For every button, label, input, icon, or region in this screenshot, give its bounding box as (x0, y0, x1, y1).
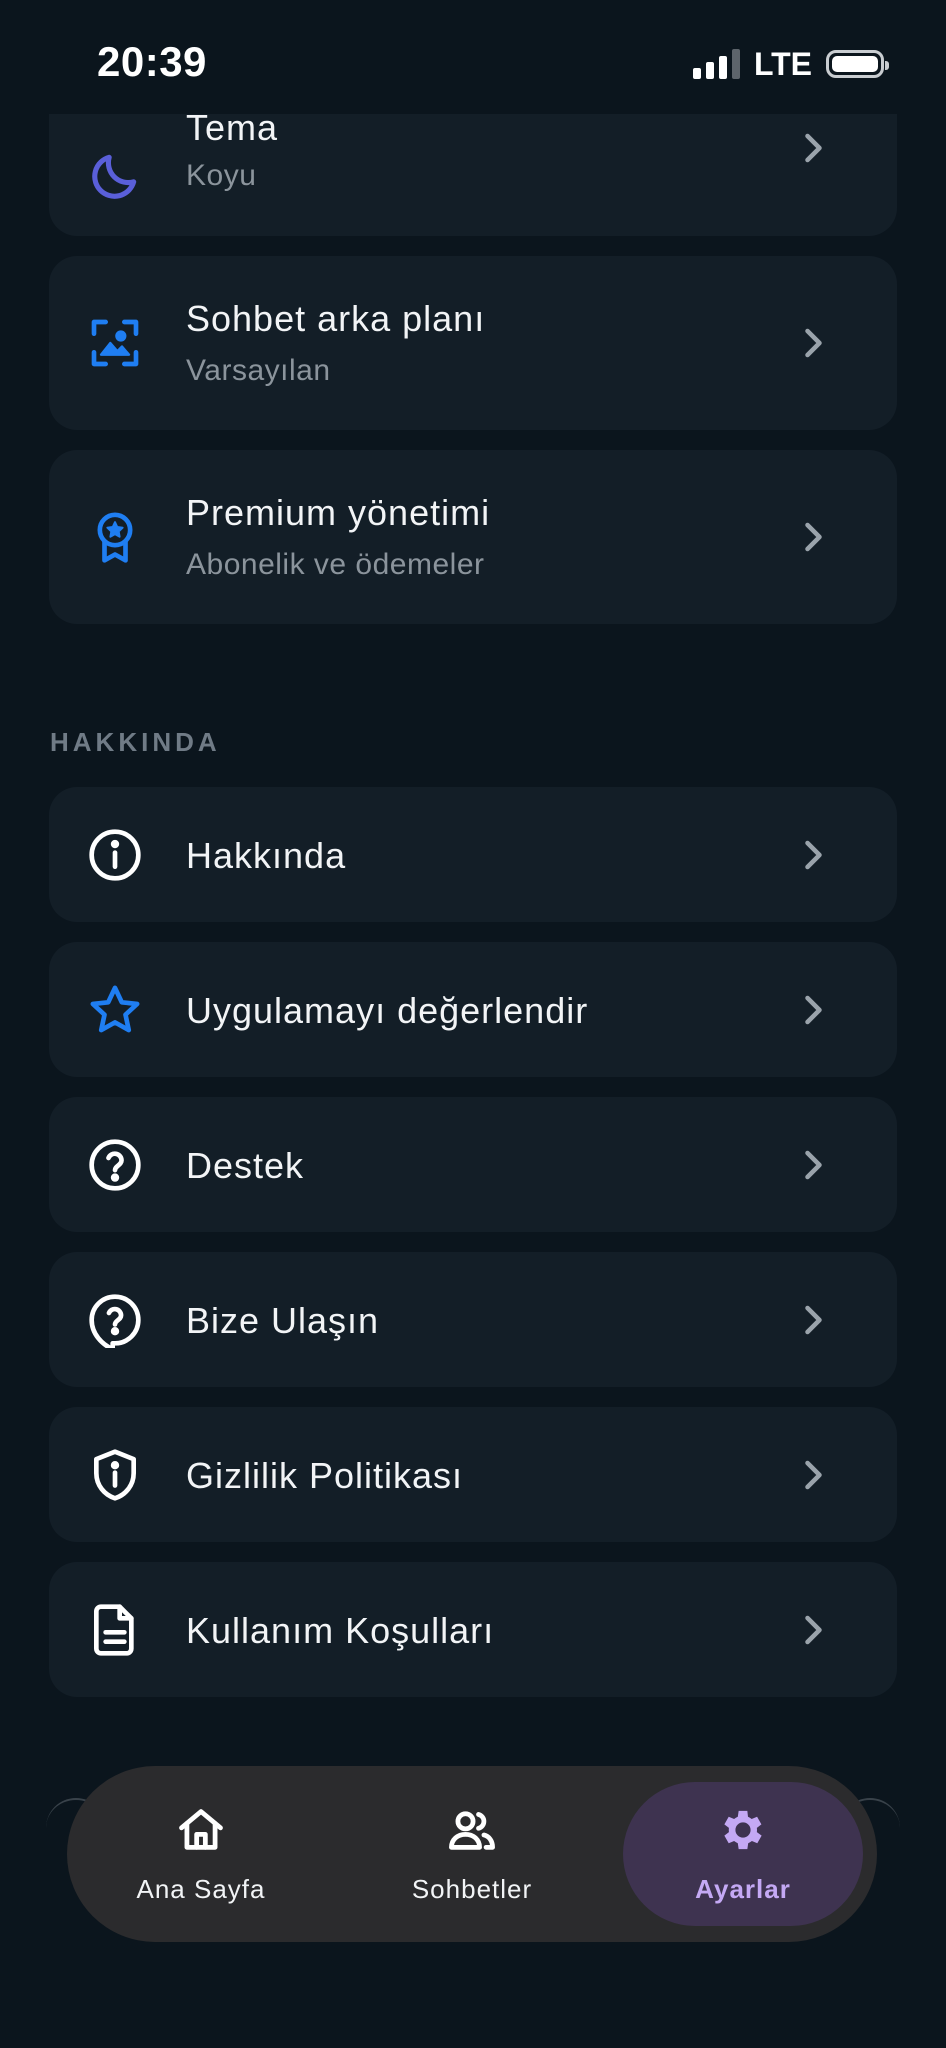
help-circle-icon (87, 1137, 143, 1193)
section-header-about: HAKKINDA (50, 727, 221, 757)
settings-item-subtitle: Varsayılan (186, 354, 331, 387)
gear-icon (717, 1804, 769, 1856)
nav-label: Ana Sayfa (136, 1874, 266, 1904)
moon-icon (87, 148, 143, 204)
chevron-right-icon (797, 1612, 827, 1648)
chevron-right-icon (797, 519, 827, 555)
settings-item-subtitle: Koyu (186, 159, 257, 192)
chevron-right-icon (797, 837, 827, 873)
contact-help-icon (87, 1292, 143, 1348)
settings-item-title: Premium yönetimi (186, 492, 491, 533)
settings-item-rate-app[interactable]: Uygulamayı değerlendir (49, 942, 897, 1077)
settings-item-terms-of-use[interactable]: Kullanım Koşulları (49, 1562, 897, 1697)
settings-item-support[interactable]: Destek (49, 1097, 897, 1232)
settings-item-title: Kullanım Koşulları (186, 1610, 495, 1651)
status-indicators: LTE (692, 44, 889, 84)
chevron-right-icon (797, 1302, 827, 1338)
settings-item-title: Gizlilik Politikası (186, 1455, 464, 1496)
nav-item-chats[interactable]: Sohbetler (352, 1782, 592, 1926)
nav-item-settings[interactable]: Ayarlar (623, 1782, 863, 1926)
chevron-right-icon (797, 130, 827, 166)
settings-item-title: Sohbet arka planı (186, 298, 486, 339)
settings-item-contact[interactable]: Bize Ulaşın (49, 1252, 897, 1387)
settings-item-about[interactable]: Hakkında (49, 787, 897, 922)
status-bar: 20:39 LTE (0, 0, 946, 114)
status-time: 20:39 (97, 38, 207, 85)
settings-item-subtitle: Abonelik ve ödemeler (186, 548, 485, 581)
battery-icon (826, 50, 889, 78)
settings-item-privacy-policy[interactable]: Gizlilik Politikası (49, 1407, 897, 1542)
people-icon (446, 1804, 498, 1856)
wallpaper-icon (87, 315, 143, 371)
chevron-right-icon (797, 1457, 827, 1493)
settings-item-title: Bize Ulaşın (186, 1300, 380, 1341)
star-icon (87, 982, 143, 1038)
home-icon (175, 1804, 227, 1856)
nav-item-home[interactable]: Ana Sayfa (81, 1782, 321, 1926)
bottom-navigation: Ana Sayfa Sohbetler Ayarlar (67, 1766, 877, 1942)
settings-item-title: Hakkında (186, 835, 347, 876)
privacy-shield-icon (87, 1447, 143, 1503)
signal-icon (692, 49, 740, 79)
document-icon (87, 1602, 143, 1658)
chevron-right-icon (797, 1147, 827, 1183)
nav-label: Sohbetler (411, 1874, 533, 1904)
settings-item-title: Uygulamayı değerlendir (186, 990, 589, 1031)
settings-item-premium[interactable]: Premium yönetimi Abonelik ve ödemeler (49, 450, 897, 624)
info-icon (87, 827, 143, 883)
settings-item-chat-background[interactable]: Sohbet arka planı Varsayılan (49, 256, 897, 430)
nav-label: Ayarlar (695, 1874, 791, 1904)
premium-badge-icon (87, 509, 143, 565)
network-type: LTE (753, 45, 812, 82)
chevron-right-icon (797, 992, 827, 1028)
settings-item-title: Destek (186, 1145, 305, 1186)
chevron-right-icon (797, 325, 827, 361)
